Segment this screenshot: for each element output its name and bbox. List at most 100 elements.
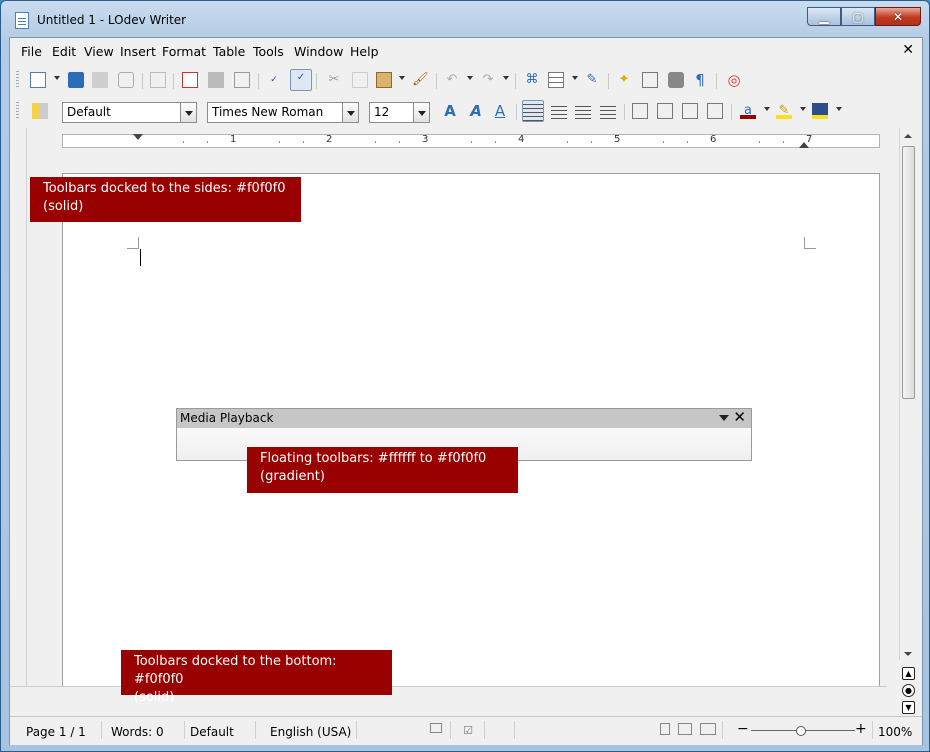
zoom-out-icon[interactable]: − — [737, 721, 749, 737]
align-left-icon[interactable] — [522, 100, 544, 122]
navigator-icon[interactable]: ✦ — [616, 72, 632, 88]
paste-icon[interactable] — [376, 72, 392, 88]
edit-file-icon[interactable] — [150, 72, 166, 88]
previous-page-icon[interactable]: ▲ — [902, 667, 915, 680]
paste-dropdown-icon[interactable] — [399, 76, 405, 80]
zoom-in-icon[interactable]: + — [855, 721, 867, 737]
horizontal-ruler[interactable]: 1 2 3 4 5 6 7 — [62, 134, 880, 148]
toolbar-grip[interactable] — [16, 102, 19, 120]
align-center-icon[interactable] — [551, 103, 567, 119]
insert-mode-icon[interactable] — [430, 723, 442, 733]
floating-toolbar-title[interactable]: Media Playback — [177, 409, 751, 428]
save-icon[interactable] — [92, 72, 108, 88]
word-count[interactable]: Words: 0 — [111, 725, 164, 739]
menu-view[interactable]: View — [84, 44, 114, 59]
single-page-view-icon[interactable] — [660, 723, 670, 735]
highlighting-icon[interactable]: ✎ — [776, 103, 792, 119]
minimize-button[interactable]: ▁ — [807, 7, 841, 26]
justify-icon[interactable] — [600, 103, 616, 119]
italic-icon[interactable]: A — [468, 103, 484, 119]
close-document-icon[interactable]: ✕ — [902, 42, 914, 58]
chevron-down-icon[interactable] — [342, 103, 358, 122]
chevron-down-icon[interactable] — [413, 103, 429, 122]
table-icon[interactable] — [548, 72, 564, 88]
hyperlink-icon[interactable]: ⌘ — [524, 72, 540, 88]
annotation-bottom: Toolbars docked to the bottom: #f0f0f0 (… — [121, 650, 392, 705]
gallery-icon[interactable] — [642, 72, 658, 88]
cut-icon[interactable]: ✂ — [326, 72, 342, 88]
maximize-button[interactable]: ▢ — [841, 7, 875, 26]
font-color-dropdown-icon[interactable] — [764, 107, 770, 111]
bold-icon[interactable]: A — [442, 103, 458, 119]
background-color-icon[interactable] — [812, 103, 828, 119]
title-bar[interactable]: Untitled 1 - LOdev Writer ▁ ▢ ✕ — [1, 1, 929, 37]
zoom-level[interactable]: 100% — [878, 725, 912, 739]
draw-functions-icon[interactable]: ✎ — [584, 72, 600, 88]
spelling-icon[interactable]: ✓ — [266, 72, 282, 88]
new-dropdown-icon[interactable] — [54, 76, 60, 80]
zoom-slider-thumb[interactable] — [796, 726, 806, 736]
redo-dropdown-icon[interactable] — [503, 76, 509, 80]
clone-formatting-icon[interactable]: 🖌 — [412, 72, 429, 88]
print-icon[interactable] — [208, 72, 224, 88]
redo-icon[interactable]: ↷ — [480, 72, 496, 88]
decrease-indent-icon[interactable] — [682, 103, 698, 119]
menu-file[interactable]: File — [21, 44, 42, 59]
underline-icon[interactable]: A — [492, 103, 508, 119]
document-modified-icon[interactable]: ☑ — [460, 723, 476, 739]
ruler-label: 5 — [614, 134, 621, 145]
book-view-icon[interactable] — [700, 723, 716, 735]
background-color-dropdown-icon[interactable] — [836, 107, 842, 111]
close-window-button[interactable]: ✕ — [875, 7, 921, 26]
paragraph-style-select[interactable]: Default — [62, 102, 197, 123]
menu-help[interactable]: Help — [350, 44, 379, 59]
chevron-down-icon[interactable] — [180, 103, 196, 122]
scrollbar-thumb[interactable] — [902, 146, 915, 399]
page-style[interactable]: Default — [190, 725, 234, 739]
help-icon[interactable]: ◎ — [726, 72, 742, 88]
open-icon[interactable] — [68, 72, 84, 88]
formatting-marks-icon[interactable]: ¶ — [692, 72, 708, 88]
copy-icon[interactable] — [352, 72, 368, 88]
menu-format[interactable]: Format — [162, 44, 206, 59]
font-name-select[interactable]: Times New Roman — [207, 102, 359, 123]
close-icon[interactable]: ✕ — [733, 408, 746, 426]
styles-icon[interactable] — [32, 103, 48, 119]
language[interactable]: English (USA) — [270, 725, 351, 739]
scroll-up-icon[interactable] — [904, 134, 912, 138]
font-color-icon[interactable]: a — [740, 103, 756, 119]
numbering-icon[interactable] — [632, 103, 648, 119]
highlighting-dropdown-icon[interactable] — [800, 107, 806, 111]
export-pdf-icon[interactable] — [182, 72, 198, 88]
font-size-select[interactable]: 12 — [369, 102, 430, 123]
align-right-icon[interactable] — [575, 103, 591, 119]
toolbar-menu-icon[interactable] — [719, 415, 729, 421]
page-count[interactable]: Page 1 / 1 — [26, 725, 86, 739]
menu-window[interactable]: Window — [294, 44, 343, 59]
ruler-label: 6 — [710, 134, 717, 145]
next-page-icon[interactable]: ▼ — [902, 701, 915, 714]
menu-table[interactable]: Table — [213, 44, 245, 59]
toolbar-grip[interactable] — [16, 71, 19, 89]
ruler-label: 7 — [806, 134, 813, 145]
scroll-down-icon[interactable] — [904, 652, 912, 656]
left-indent-marker-icon[interactable] — [133, 134, 143, 140]
menu-edit[interactable]: Edit — [52, 44, 76, 59]
bullets-icon[interactable] — [657, 103, 673, 119]
menu-insert[interactable]: Insert — [120, 44, 156, 59]
print-preview-icon[interactable] — [234, 72, 250, 88]
new-document-icon[interactable] — [30, 72, 46, 88]
table-dropdown-icon[interactable] — [572, 76, 578, 80]
undo-icon[interactable]: ↶ — [444, 72, 460, 88]
data-sources-icon[interactable] — [668, 72, 684, 88]
vertical-scrollbar[interactable] — [899, 128, 917, 660]
undo-dropdown-icon[interactable] — [467, 76, 473, 80]
menu-tools[interactable]: Tools — [253, 44, 284, 59]
auto-spellcheck-icon[interactable]: ✓ — [290, 69, 312, 91]
navigation-icon[interactable]: ● — [902, 684, 915, 697]
email-icon[interactable] — [118, 72, 134, 88]
multi-page-view-icon[interactable] — [678, 723, 692, 735]
increase-indent-icon[interactable] — [707, 103, 723, 119]
app-window: Untitled 1 - LOdev Writer ▁ ▢ ✕ File Edi… — [0, 0, 930, 752]
writer-document-icon — [15, 12, 29, 29]
